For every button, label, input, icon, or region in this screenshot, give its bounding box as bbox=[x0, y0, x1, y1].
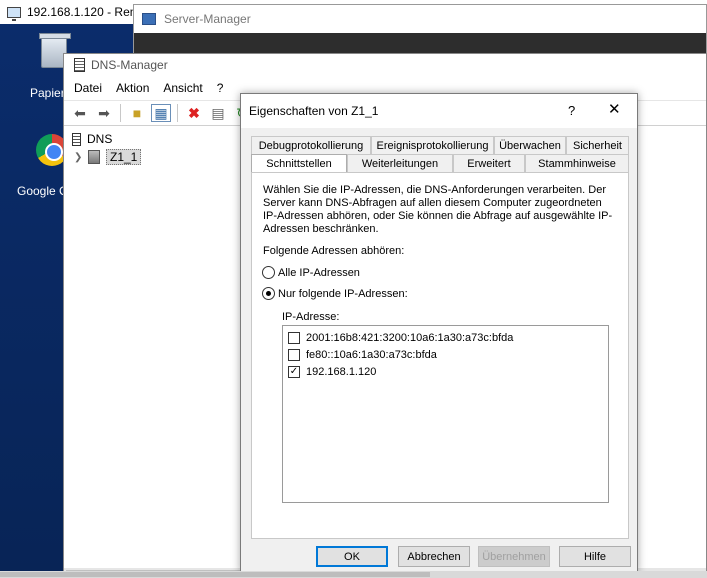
cancel-button[interactable]: Abbrechen bbox=[398, 546, 470, 567]
tab-row-back: Debugprotokollierung Ereignisprotokollie… bbox=[251, 136, 629, 154]
tab-erweitert[interactable]: Erweitert bbox=[453, 154, 525, 172]
list-item[interactable]: 2001:16b8:421:3200:10a6:1a30:a73c:bfda bbox=[283, 329, 608, 346]
show-hide-tree-icon[interactable]: ▦ bbox=[151, 104, 171, 122]
back-arrow-icon[interactable]: ⬅ bbox=[70, 104, 90, 122]
tree-label-z1-1: Z1_1 bbox=[106, 149, 142, 165]
tab-ereignisprotokollierung[interactable]: Ereignisprotokollierung bbox=[371, 136, 494, 154]
close-icon[interactable]: ✕ bbox=[608, 100, 621, 118]
server-manager-title: Server-Manager bbox=[164, 12, 251, 26]
remote-desktop-icon bbox=[7, 6, 21, 21]
help-button[interactable]: Hilfe bbox=[559, 546, 631, 567]
radio-all-ip-circle[interactable] bbox=[262, 266, 275, 279]
description-text: Wählen Sie die IP-Adressen, die DNS-Anfo… bbox=[263, 184, 613, 235]
radio-only-ip[interactable]: Nur folgende IP-Adressen: bbox=[262, 287, 408, 300]
tree-label-dns: DNS bbox=[87, 132, 113, 146]
tab-panel-schnittstellen: Wählen Sie die IP-Adressen, die DNS-Anfo… bbox=[251, 172, 629, 539]
ip-address-1: 2001:16b8:421:3200:10a6:1a30:a73c:bfda bbox=[306, 331, 514, 344]
properties-icon[interactable]: ▤ bbox=[208, 104, 228, 122]
dns-icon bbox=[72, 132, 81, 146]
apply-button[interactable]: Übernehmen bbox=[478, 546, 550, 567]
server-manager-icon bbox=[142, 13, 156, 25]
dns-server-icon bbox=[74, 58, 85, 72]
tab-stammhinweise[interactable]: Stammhinweise bbox=[525, 154, 629, 172]
dialog-title: Eigenschaften von Z1_1 bbox=[249, 104, 379, 118]
tab-sicherheit[interactable]: Sicherheit bbox=[566, 136, 629, 154]
radio-all-ip-label: Alle IP-Adressen bbox=[278, 266, 360, 279]
delete-icon[interactable]: ✖ bbox=[184, 104, 204, 122]
menu-aktion[interactable]: Aktion bbox=[116, 81, 149, 95]
radio-all-ip[interactable]: Alle IP-Adressen bbox=[262, 266, 360, 279]
help-icon[interactable]: ? bbox=[568, 103, 575, 118]
server-manager-titlebar: Server-Manager bbox=[134, 5, 706, 33]
menu-datei[interactable]: Datei bbox=[74, 81, 102, 95]
tab-ueberwachen[interactable]: Überwachen bbox=[494, 136, 566, 154]
ip-address-3: 192.168.1.120 bbox=[306, 365, 377, 378]
menu-ansicht[interactable]: Ansicht bbox=[163, 81, 202, 95]
ip-checkbox-3[interactable]: ✓ bbox=[288, 365, 300, 378]
ip-checkbox-2[interactable] bbox=[288, 348, 300, 361]
list-item[interactable]: ✓ 192.168.1.120 bbox=[283, 363, 608, 380]
ip-address-header: IP-Adresse: bbox=[282, 311, 340, 323]
radio-only-ip-circle[interactable] bbox=[262, 287, 275, 300]
tab-weiterleitungen[interactable]: Weiterleitungen bbox=[347, 154, 453, 172]
list-item[interactable]: fe80::10a6:1a30:a73c:bfda bbox=[283, 346, 608, 363]
tab-row-front: Schnittstellen Weiterleitungen Erweitert… bbox=[251, 154, 629, 173]
chevron-right-icon[interactable]: ❯ bbox=[74, 152, 84, 163]
menu-help[interactable]: ? bbox=[217, 81, 224, 95]
dialog-titlebar: Eigenschaften von Z1_1 ? ✕ bbox=[241, 94, 637, 128]
server-icon bbox=[88, 150, 100, 164]
bottom-scrollbar-thumb[interactable] bbox=[0, 572, 430, 577]
radio-only-ip-label: Nur folgende IP-Adressen: bbox=[278, 287, 408, 300]
properties-dialog: Eigenschaften von Z1_1 ? ✕ Debugprotokol… bbox=[240, 93, 638, 573]
listen-label: Folgende Adressen abhören: bbox=[263, 245, 405, 257]
forward-arrow-icon[interactable]: ➡ bbox=[94, 104, 114, 122]
recycle-bin-label: Papier bbox=[30, 86, 65, 100]
google-chrome-label: Google C bbox=[17, 184, 68, 198]
ip-address-list[interactable]: 2001:16b8:421:3200:10a6:1a30:a73c:bfda f… bbox=[282, 325, 609, 503]
ip-address-2: fe80::10a6:1a30:a73c:bfda bbox=[306, 348, 437, 361]
dns-manager-titlebar: DNS-Manager bbox=[64, 54, 706, 76]
up-folder-icon[interactable]: ■ bbox=[127, 104, 147, 122]
dns-manager-title: DNS-Manager bbox=[91, 58, 168, 72]
tab-debugprotokollierung[interactable]: Debugprotokollierung bbox=[251, 136, 371, 154]
bottom-scrollbar[interactable] bbox=[0, 571, 707, 578]
ok-button[interactable]: OK bbox=[316, 546, 388, 567]
tab-schnittstellen[interactable]: Schnittstellen bbox=[251, 154, 347, 173]
ip-checkbox-1[interactable] bbox=[288, 331, 300, 344]
